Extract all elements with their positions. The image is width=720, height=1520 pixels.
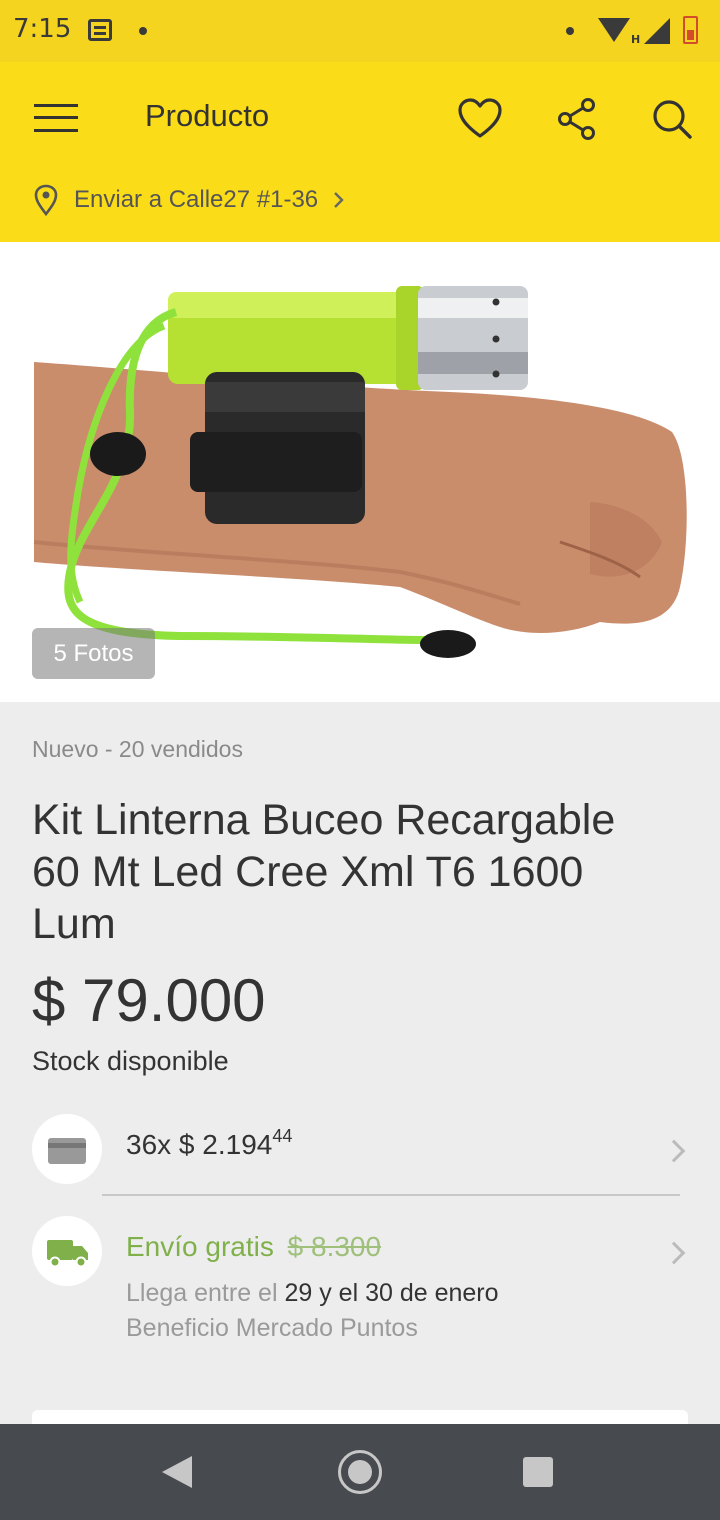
network-type-label: H [631,33,641,46]
divider [102,1194,680,1196]
shipping-icon-wrap [32,1216,102,1286]
truck-icon [47,1240,88,1268]
installments-cents: 44 [272,1126,293,1146]
photo-count-badge: 5 Fotos [32,628,155,679]
home-icon[interactable] [338,1450,382,1494]
product-condition: Nuevo - 20 vendidos [32,736,243,762]
heart-icon[interactable] [456,96,504,142]
free-shipping-row[interactable]: Envío gratis $ 8.300 [126,1231,381,1263]
installments-row[interactable]: 36x $ 2.19444 [126,1126,292,1161]
status-time: 7:15 [13,14,72,44]
installments-amount: 36x $ 2.194 [126,1129,273,1160]
shipping-benefit: Beneficio Mercado Puntos [126,1314,418,1342]
wifi-icon [598,18,630,42]
installments-icon-wrap [32,1114,102,1184]
chevron-right-icon [334,192,344,208]
product-title: Kit Linterna Buceo Recargable 60 Mt Led … [32,796,616,948]
notification-icon [88,19,112,41]
back-icon[interactable] [162,1456,192,1488]
location-pin-icon [34,184,58,216]
stock-status: Stock disponible [32,1046,229,1076]
menu-icon[interactable] [34,102,78,134]
credit-card-icon [48,1138,86,1164]
delivery-estimate: Llega entre el 29 y el 30 de enero [126,1279,499,1308]
search-icon[interactable] [648,96,696,142]
delivery-prefix: Llega entre el [126,1279,278,1307]
ship-to-row[interactable]: Enviar a Calle27 #1-36 [32,182,350,218]
signal-icon [644,18,670,44]
product-price: $ 79.000 [32,967,266,1034]
shipping-chevron-icon[interactable] [662,1241,686,1265]
installments-chevron-icon[interactable] [662,1139,686,1163]
notification-dot-icon [139,27,147,35]
recents-icon[interactable] [523,1457,553,1487]
page-title: Producto [145,98,270,133]
delivery-dates: 29 y el 30 de enero [284,1279,499,1307]
share-icon[interactable] [554,96,602,142]
battery-icon [683,16,698,44]
free-shipping-label: Envío gratis [126,1231,274,1262]
status-bar: 7:15 H [0,0,720,62]
shipping-old-price: $ 8.300 [287,1231,382,1262]
status-dot-icon [566,27,574,35]
ship-to-address: Enviar a Calle27 #1-36 [74,186,319,213]
